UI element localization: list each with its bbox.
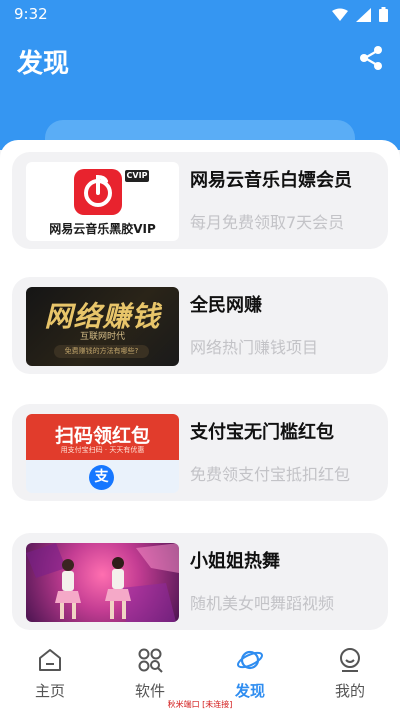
bottom-tab-bar: 主页 软件 发现 我的 秋米端口 [未连接]: [0, 640, 400, 711]
card-subtitle: 随机美女吧舞蹈视频: [190, 594, 335, 613]
dancers-image: [26, 543, 179, 622]
card-netease-music[interactable]: CVIP 网易云音乐黑胶VIP 网易云音乐白嫖会员 每月免费领取7天会员: [12, 152, 388, 249]
card-thumbnail: [26, 543, 179, 622]
tab-label: 软件: [134, 682, 165, 700]
card-subtitle: 网络热门赚钱项目: [190, 338, 319, 357]
planet-icon: [237, 650, 263, 670]
card-dance-videos[interactable]: 小姐姐热舞 随机美女吧舞蹈视频: [12, 533, 388, 630]
card-subtitle: 免费领支付宝抵扣红包: [190, 465, 351, 484]
page-title: 发现: [17, 49, 70, 79]
thumb-banner: 扫码领红包 用支付宝扫码 · 天天有优惠: [26, 414, 179, 460]
status-time: 9:32: [14, 5, 48, 23]
card-online-earning[interactable]: 网络赚钱 互联网时代 免费赚钱的方法有哪些? 全民网赚 网络热门赚钱项目: [12, 277, 388, 374]
tab-discover[interactable]: 发现: [200, 646, 300, 702]
port-status-note: 秋米端口 [未连接]: [167, 700, 233, 709]
battery-icon: [379, 7, 388, 22]
thumb-pill: 免费赚钱的方法有哪些?: [54, 345, 149, 358]
card-title: 网易云音乐白嫖会员: [190, 170, 352, 191]
status-bar: 9:32: [0, 0, 400, 30]
status-icons: [332, 7, 388, 22]
discover-list: CVIP 网易云音乐黑胶VIP 网易云音乐白嫖会员 每月免费领取7天会员 网络赚…: [0, 140, 400, 640]
share-icon: [360, 46, 382, 70]
card-thumbnail: CVIP 网易云音乐黑胶VIP: [26, 162, 179, 241]
tab-software[interactable]: 软件: [100, 646, 200, 702]
card-subtitle: 每月免费领取7天会员: [190, 213, 345, 232]
signal-icon: [356, 7, 371, 22]
thumb-subheadline: 用支付宝扫码 · 天天有优惠: [60, 446, 145, 454]
apps-icon: [138, 648, 163, 673]
card-thumbnail: 网络赚钱 互联网时代 免费赚钱的方法有哪些?: [26, 287, 179, 366]
card-thumbnail: 扫码领红包 用支付宝扫码 · 天天有优惠 支: [26, 414, 179, 493]
header: 发现: [0, 30, 400, 160]
tab-label: 主页: [34, 682, 65, 700]
netease-music-logo: [74, 169, 122, 215]
alipay-logo-icon: 支: [89, 465, 114, 490]
wifi-icon: [332, 8, 348, 21]
profile-icon: [340, 648, 360, 672]
thumb-caption: 网易云音乐黑胶VIP: [49, 222, 156, 236]
card-title: 全民网赚: [190, 295, 262, 316]
share-button[interactable]: [358, 45, 384, 71]
tab-mine[interactable]: 我的: [300, 646, 400, 702]
tab-label: 我的: [334, 682, 365, 700]
home-icon: [39, 649, 61, 671]
cvip-badge: CVIP: [125, 170, 149, 182]
thumb-subheadline: 互联网时代: [79, 332, 125, 342]
tab-label: 发现: [234, 682, 265, 700]
card-title: 支付宝无门槛红包: [190, 422, 334, 443]
thumb-headline: 扫码领红包: [54, 425, 150, 447]
tab-home[interactable]: 主页: [0, 646, 100, 702]
card-alipay-redpacket[interactable]: 扫码领红包 用支付宝扫码 · 天天有优惠 支 支付宝无门槛红包 免费领支付宝抵扣…: [12, 404, 388, 501]
card-title: 小姐姐热舞: [190, 551, 280, 572]
netease-music-icon: [84, 174, 112, 207]
